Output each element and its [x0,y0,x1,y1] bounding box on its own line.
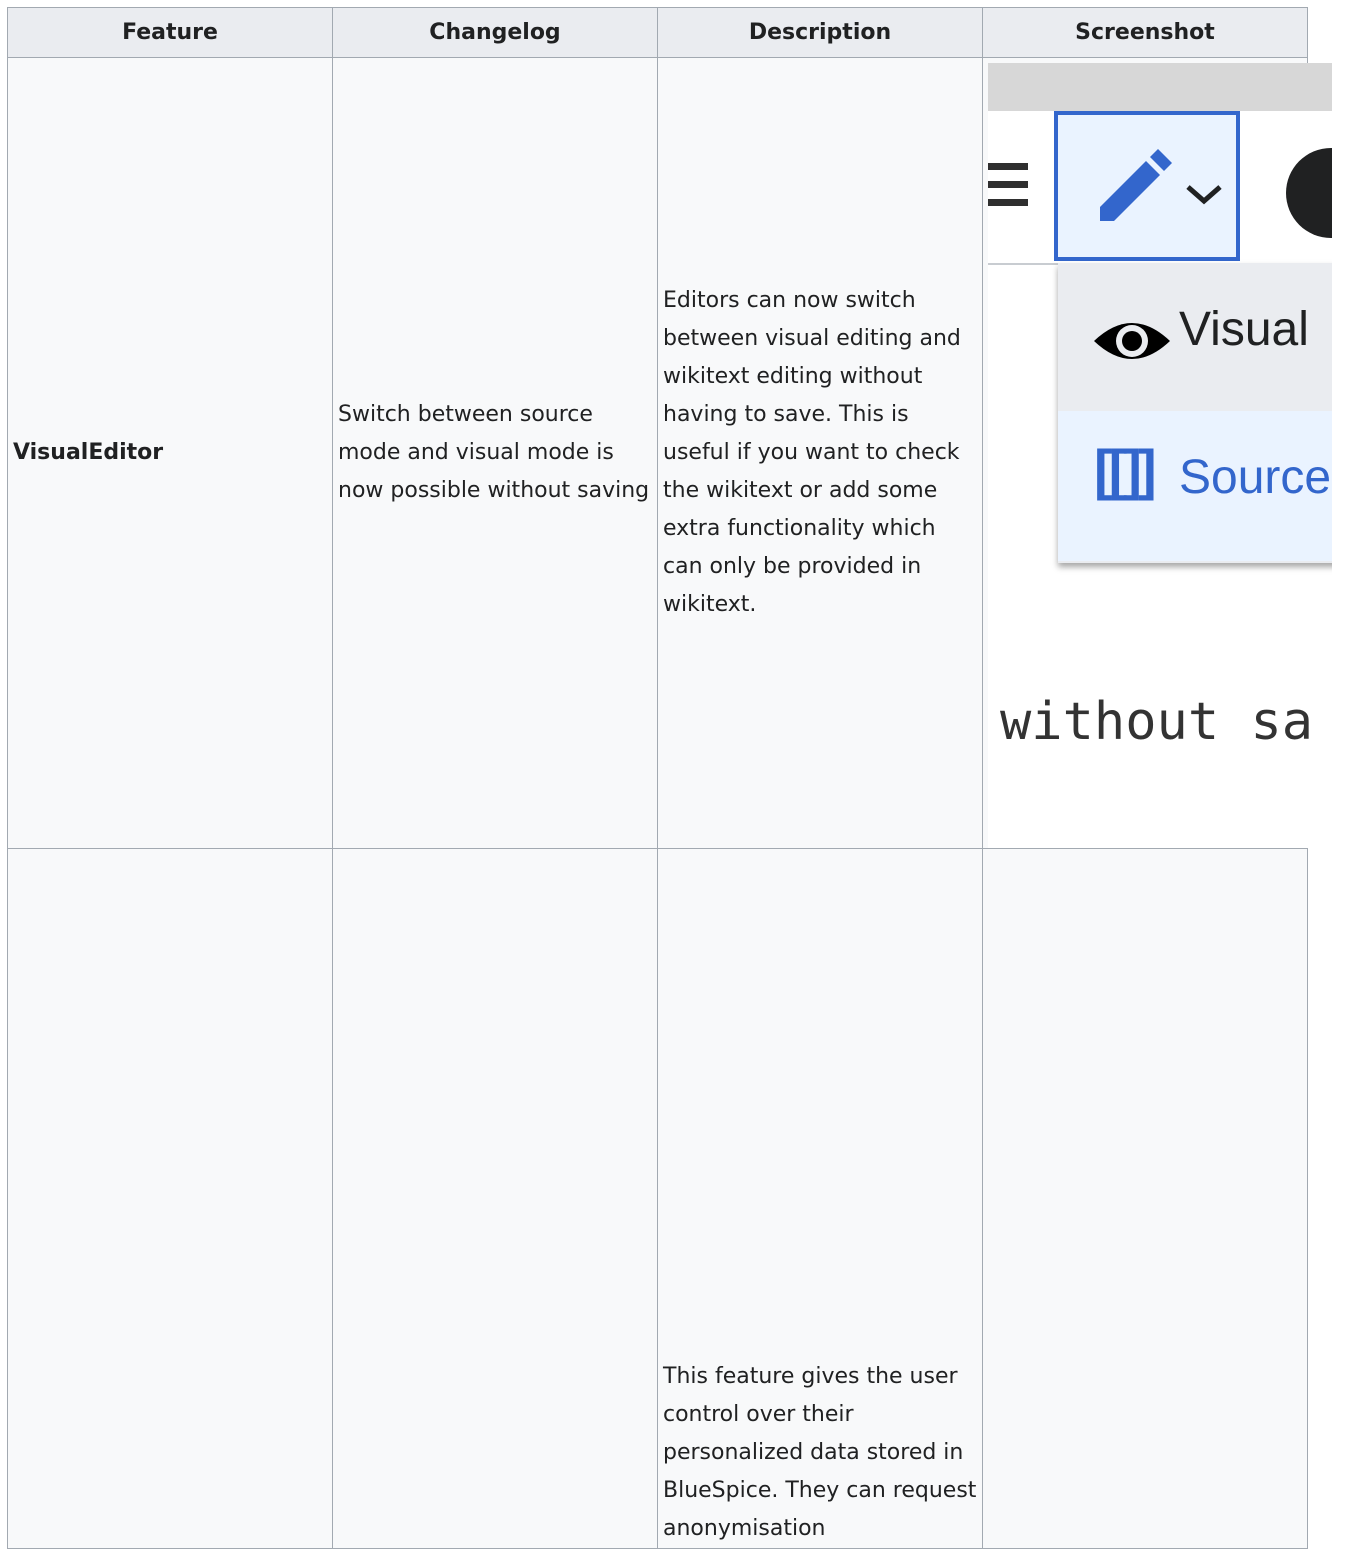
description-cell: Editors can now switch between visual ed… [657,57,983,849]
hamburger-icon [988,163,1030,213]
screenshot-image[interactable]: Visual [[]] Source without sa [988,63,1332,848]
brackets-icon: [[]] [1094,438,1157,501]
feature-name: VisualEditor [13,440,164,465]
screenshot-caption-text: without sa [1000,692,1314,752]
changelog-cell: Switch between source mode and visual mo… [332,57,658,849]
screenshot-topbar [988,63,1332,111]
menu-item-source: [[]] Source [1058,411,1332,561]
feature-cell: VisualEditor [7,57,333,849]
menu-item-visual: Visual [1058,263,1332,411]
table-row: VisualEditor Switch between source mode … [7,57,1332,849]
table-row: This feature gives the user control over… [7,848,1308,1549]
feature-table: Feature Changelog Description Screenshot… [7,7,1332,1549]
column-header-description[interactable]: Description [657,7,983,58]
pencil-icon [1100,149,1172,221]
edit-mode-button [1054,111,1240,261]
column-header-changelog[interactable]: Changelog [332,7,658,58]
description-cell: This feature gives the user control over… [657,848,983,1549]
feature-cell [7,848,333,1549]
changelog-cell [332,848,658,1549]
menu-item-source-label: Source [1179,451,1332,504]
column-header-feature[interactable]: Feature [7,7,333,58]
table-header-row: Feature Changelog Description Screenshot [7,7,1308,58]
column-header-screenshot[interactable]: Screenshot [982,7,1308,58]
screenshot-cell: Visual [[]] Source without sa [982,57,1332,849]
screenshot-cell [982,848,1308,1549]
chevron-down-icon [1186,185,1222,205]
menu-item-visual-label: Visual [1179,303,1309,356]
edit-mode-dropdown: Visual [[]] Source [1058,263,1332,563]
eye-icon [1094,323,1170,359]
